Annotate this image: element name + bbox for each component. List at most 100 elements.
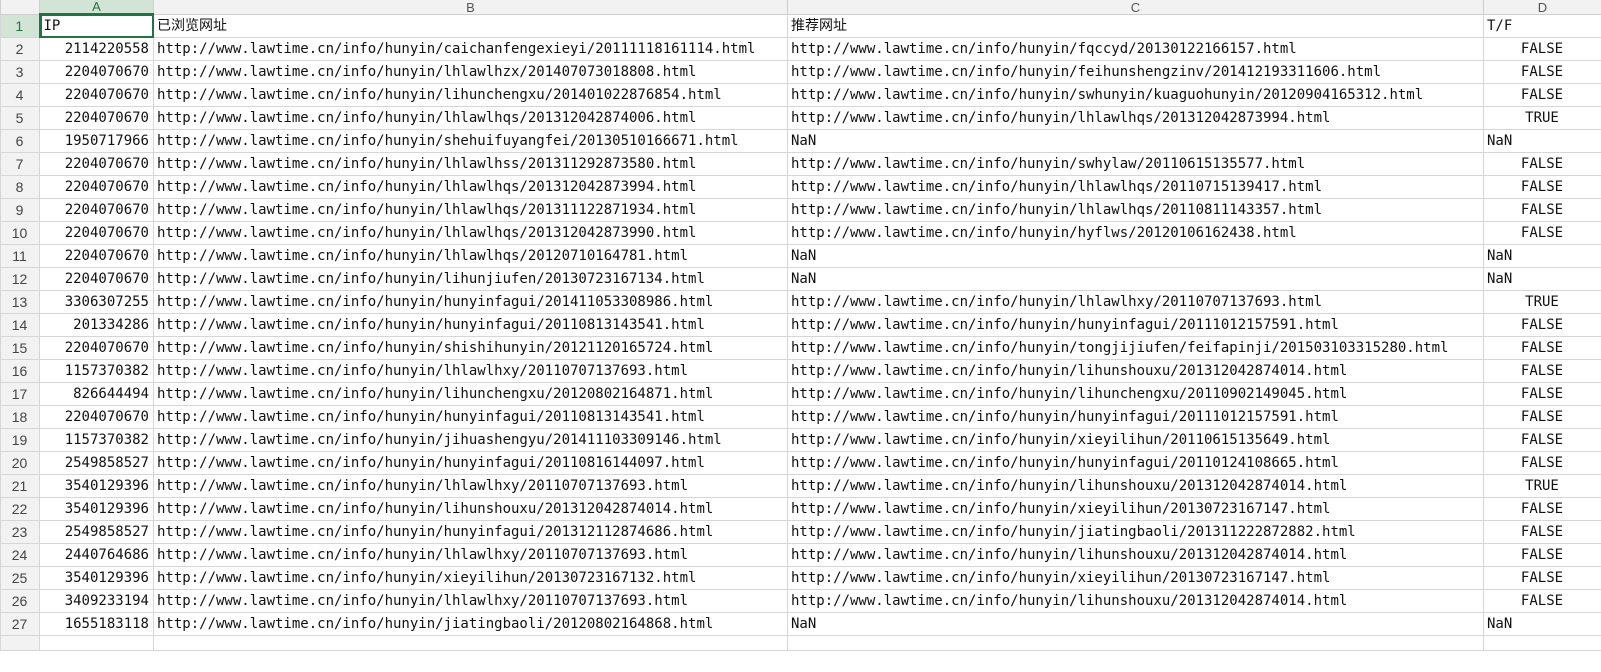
row-header[interactable]: 19 [0, 428, 40, 452]
row-header[interactable]: 20 [0, 451, 40, 475]
cell-tf[interactable]: FALSE [1483, 451, 1601, 475]
row-header[interactable]: 11 [0, 244, 40, 268]
cell-ip[interactable]: 1157370382 [39, 428, 154, 452]
cell-ip[interactable]: 3540129396 [39, 497, 154, 521]
cell-recommended-url[interactable]: NaN [787, 267, 1484, 291]
row-header[interactable]: 1 [0, 13, 41, 38]
row-header[interactable]: 17 [0, 382, 40, 406]
row-header[interactable]: 25 [0, 566, 40, 590]
row-header[interactable]: 26 [0, 589, 40, 613]
cell-tf[interactable]: NaN [1483, 244, 1601, 268]
cell-ip[interactable]: 2204070670 [39, 244, 154, 268]
cell-viewed-url[interactable]: http://www.lawtime.cn/info/hunyin/lhlawl… [153, 152, 788, 176]
row-header[interactable]: 13 [0, 290, 40, 314]
cell-tf[interactable]: FALSE [1483, 60, 1601, 84]
cell-recommended-url[interactable]: NaN [787, 129, 1484, 153]
cell-ip[interactable]: 2204070670 [39, 267, 154, 291]
cell-recommended-url[interactable]: http://www.lawtime.cn/info/hunyin/jiatin… [787, 520, 1484, 544]
cell-ip[interactable]: 3306307255 [39, 290, 154, 314]
cell-recommended-url[interactable]: http://www.lawtime.cn/info/hunyin/swhuny… [787, 83, 1484, 107]
cell-viewed-url[interactable]: http://www.lawtime.cn/info/hunyin/hunyin… [153, 313, 788, 337]
cell-recommended-url[interactable]: http://www.lawtime.cn/info/hunyin/feihun… [787, 60, 1484, 84]
cell-empty[interactable] [39, 635, 154, 651]
cell-ip[interactable]: 1655183118 [39, 612, 154, 636]
cell-ip[interactable]: 2204070670 [39, 106, 154, 130]
cell-recommended-url[interactable]: http://www.lawtime.cn/info/hunyin/hunyin… [787, 405, 1484, 429]
cell-viewed-url[interactable]: http://www.lawtime.cn/info/hunyin/lihunj… [153, 267, 788, 291]
cell-ip[interactable]: 826644494 [39, 382, 154, 406]
cell-ip[interactable]: 2204070670 [39, 198, 154, 222]
cell-viewed-url[interactable]: http://www.lawtime.cn/info/hunyin/shehui… [153, 129, 788, 153]
cell-ip[interactable]: 3540129396 [39, 566, 154, 590]
row-header[interactable]: 2 [0, 37, 40, 61]
cell-viewed-url[interactable]: http://www.lawtime.cn/info/hunyin/lhlawl… [153, 474, 788, 498]
cell-viewed-url[interactable]: http://www.lawtime.cn/info/hunyin/lhlawl… [153, 244, 788, 268]
cell-recommended-url[interactable]: http://www.lawtime.cn/info/hunyin/hyflws… [787, 221, 1484, 245]
cell-viewed-url[interactable]: http://www.lawtime.cn/info/hunyin/jiatin… [153, 612, 788, 636]
cell-ip[interactable]: 3409233194 [39, 589, 154, 613]
cell-ip[interactable]: 3540129396 [39, 474, 154, 498]
cell-viewed-url[interactable]: http://www.lawtime.cn/info/hunyin/hunyin… [153, 405, 788, 429]
cell-tf[interactable]: NaN [1483, 267, 1601, 291]
cell-recommended-url[interactable]: http://www.lawtime.cn/info/hunyin/xieyil… [787, 566, 1484, 590]
row-header[interactable]: 18 [0, 405, 40, 429]
row-header[interactable]: 23 [0, 520, 40, 544]
cell-recommended-url[interactable]: NaN [787, 612, 1484, 636]
cell-viewed-url[interactable]: http://www.lawtime.cn/info/hunyin/lhlawl… [153, 175, 788, 199]
cell-tf[interactable]: FALSE [1483, 566, 1601, 590]
column-header-c[interactable]: C [787, 0, 1484, 15]
cell-ip[interactable]: 2549858527 [39, 520, 154, 544]
cell-tf[interactable]: FALSE [1483, 37, 1601, 61]
cell-viewed-url[interactable]: http://www.lawtime.cn/info/hunyin/lihuns… [153, 497, 788, 521]
cell-viewed-url[interactable]: http://www.lawtime.cn/info/hunyin/lihunc… [153, 382, 788, 406]
row-header[interactable]: 22 [0, 497, 40, 521]
cell-ip[interactable]: 1950717966 [39, 129, 154, 153]
cell-recommended-url[interactable]: http://www.lawtime.cn/info/hunyin/lihuns… [787, 474, 1484, 498]
row-header[interactable]: 5 [0, 106, 40, 130]
cell-empty[interactable] [1483, 635, 1601, 651]
cell-recommended-url[interactable]: http://www.lawtime.cn/info/hunyin/xieyil… [787, 428, 1484, 452]
cell-tf[interactable]: TRUE [1483, 290, 1601, 314]
row-header[interactable]: 9 [0, 198, 40, 222]
cell-tf[interactable]: NaN [1483, 612, 1601, 636]
column-header-a[interactable]: A [39, 0, 154, 15]
cell-viewed-url[interactable]: http://www.lawtime.cn/info/hunyin/hunyin… [153, 520, 788, 544]
cell-recommended-url[interactable]: http://www.lawtime.cn/info/hunyin/tongji… [787, 336, 1484, 360]
cell-recommended-url[interactable]: http://www.lawtime.cn/info/hunyin/lhlawl… [787, 106, 1484, 130]
row-header[interactable]: 15 [0, 336, 40, 360]
cell-tf[interactable]: TRUE [1483, 106, 1601, 130]
cell-recommended-url[interactable]: http://www.lawtime.cn/info/hunyin/hunyin… [787, 313, 1484, 337]
cell-tf[interactable]: FALSE [1483, 497, 1601, 521]
row-header[interactable]: 7 [0, 152, 40, 176]
cell-viewed-url[interactable]: http://www.lawtime.cn/info/hunyin/lhlawl… [153, 60, 788, 84]
column-header-d[interactable]: D [1483, 0, 1601, 15]
cell-viewed-url[interactable]: http://www.lawtime.cn/info/hunyin/hunyin… [153, 290, 788, 314]
cell-tf[interactable]: FALSE [1483, 152, 1601, 176]
cell-ip[interactable]: 2204070670 [39, 405, 154, 429]
row-header[interactable]: 8 [0, 175, 40, 199]
cell-viewed-url[interactable]: http://www.lawtime.cn/info/hunyin/lhlawl… [153, 106, 788, 130]
cell-viewed-url[interactable]: http://www.lawtime.cn/info/hunyin/jihuas… [153, 428, 788, 452]
cell-viewed-url[interactable]: http://www.lawtime.cn/info/hunyin/lhlawl… [153, 221, 788, 245]
cell-tf[interactable]: FALSE [1483, 313, 1601, 337]
cell-viewed-url[interactable]: http://www.lawtime.cn/info/hunyin/caicha… [153, 37, 788, 61]
row-header[interactable]: 6 [0, 129, 40, 153]
cell-tf[interactable]: FALSE [1483, 198, 1601, 222]
cell-recommended-url[interactable]: http://www.lawtime.cn/info/hunyin/lihuns… [787, 543, 1484, 567]
column-header-b[interactable]: B [153, 0, 788, 15]
cell-viewed-url[interactable]: http://www.lawtime.cn/info/hunyin/hunyin… [153, 451, 788, 475]
cell-ip[interactable]: 2204070670 [39, 83, 154, 107]
cell-viewed-url[interactable]: http://www.lawtime.cn/info/hunyin/shishi… [153, 336, 788, 360]
cell-viewed-url[interactable]: http://www.lawtime.cn/info/hunyin/lhlawl… [153, 589, 788, 613]
row-header[interactable]: 24 [0, 543, 40, 567]
cell-recommended-url[interactable]: http://www.lawtime.cn/info/hunyin/lhlawl… [787, 290, 1484, 314]
cell-tf[interactable]: FALSE [1483, 336, 1601, 360]
cell-viewed-url[interactable]: http://www.lawtime.cn/info/hunyin/lhlawl… [153, 198, 788, 222]
row-header[interactable] [0, 635, 40, 651]
cell-ip[interactable]: 2204070670 [39, 336, 154, 360]
row-header[interactable]: 27 [0, 612, 40, 636]
cell-tf[interactable]: FALSE [1483, 405, 1601, 429]
cell-ip[interactable]: 2549858527 [39, 451, 154, 475]
cell-tf[interactable]: FALSE [1483, 382, 1601, 406]
cell-recommended-url[interactable]: NaN [787, 244, 1484, 268]
